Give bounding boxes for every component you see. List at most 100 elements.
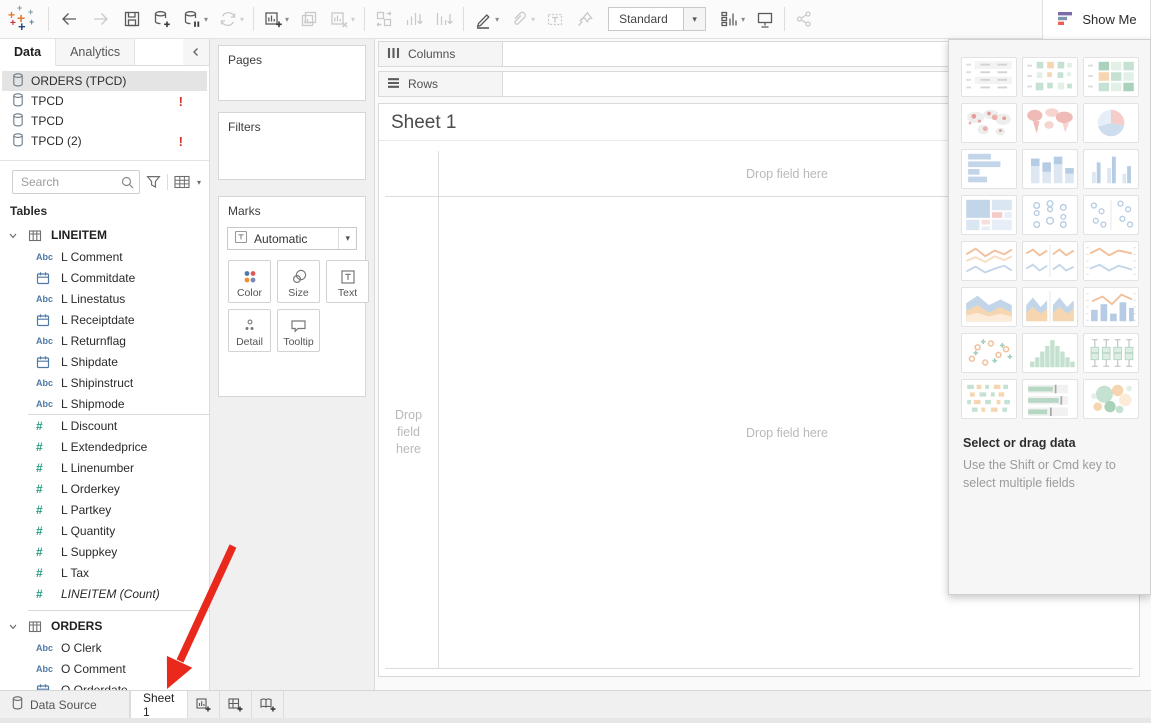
presentation-mode-button[interactable] (750, 4, 780, 34)
showme-text-table-thumbnail[interactable] (961, 57, 1017, 97)
duplicate-button[interactable] (294, 4, 324, 34)
showme-heat-map-thumbnail[interactable] (1022, 57, 1078, 97)
showme-circle-views-thumbnail[interactable] (1022, 195, 1078, 235)
showme-treemap-thumbnail[interactable] (961, 195, 1017, 235)
table-header-lineitem[interactable]: LINEITEM (0, 224, 209, 246)
showme-packed-bubbles-thumbnail[interactable] (1083, 379, 1139, 419)
pin-button[interactable] (570, 4, 600, 34)
showme-lines-discrete-thumbnail[interactable] (1022, 241, 1078, 281)
sort-ascending-button[interactable] (399, 4, 429, 34)
filter-icon[interactable] (146, 175, 161, 189)
new-datasource-button[interactable] (147, 4, 177, 34)
share-button[interactable] (789, 4, 819, 34)
tab-sheet-1[interactable]: Sheet 1 (130, 691, 188, 718)
database-icon (12, 696, 23, 713)
showme-highlight-table-thumbnail[interactable] (1083, 57, 1139, 97)
view-options-caret-icon[interactable]: ▾ (197, 178, 201, 187)
showme-gantt-thumbnail[interactable] (961, 379, 1017, 419)
view-options-icon[interactable] (174, 175, 191, 189)
search-input[interactable] (12, 170, 140, 194)
showme-pie-chart-thumbnail[interactable] (1083, 103, 1139, 143)
pages-shelf[interactable]: Pages (218, 45, 366, 101)
table-header-orders[interactable]: ORDERS (0, 615, 209, 637)
field-item[interactable]: AbcL Comment (0, 246, 209, 267)
showme-horizontal-bars-thumbnail[interactable] (961, 149, 1017, 189)
clear-sheet-button[interactable]: ▾ (324, 4, 360, 34)
field-name: LINEITEM (Count) (61, 587, 160, 601)
chevron-down-icon[interactable] (8, 622, 22, 631)
drop-rows-area[interactable]: Drop field here (379, 197, 438, 668)
datasource-item[interactable]: TPCD! (2, 91, 207, 111)
showme-histogram-thumbnail[interactable] (1022, 333, 1078, 373)
highlight-button[interactable]: ▾ (468, 4, 504, 34)
datasource-item[interactable]: TPCD (2, 111, 207, 131)
fit-mode-select[interactable]: Standard▾ (608, 7, 706, 31)
swap-rows-columns-button[interactable] (369, 4, 399, 34)
field-item[interactable]: AbcL Returnflag (0, 330, 209, 351)
field-item[interactable]: AbcO Comment (0, 658, 209, 679)
field-item[interactable]: #L Orderkey (0, 478, 209, 499)
showme-area-discrete-thumbnail[interactable] (1022, 287, 1078, 327)
datasource-item[interactable]: ORDERS (TPCD) (2, 71, 207, 91)
new-dashboard-button[interactable] (220, 691, 252, 718)
annotation-button[interactable] (540, 4, 570, 34)
collapse-pane-button[interactable] (183, 39, 209, 65)
field-item[interactable]: AbcL Shipinstruct (0, 372, 209, 393)
field-item[interactable]: #L Extendedprice (0, 436, 209, 457)
tableau-logo[interactable]: + + + + + + + (0, 0, 44, 38)
field-item[interactable]: AbcL Linestatus (0, 288, 209, 309)
showme-bullet-thumbnail[interactable] (1022, 379, 1078, 419)
showme-lines-continuous-thumbnail[interactable] (961, 241, 1017, 281)
showme-scatter-thumbnail[interactable] (961, 333, 1017, 373)
showme-box-whisker-thumbnail[interactable] (1083, 333, 1139, 373)
undo-button[interactable] (53, 4, 85, 34)
datasource-item[interactable]: TPCD (2)! (2, 131, 207, 151)
toolbar-separator (784, 7, 785, 31)
field-item[interactable]: #L Quantity (0, 520, 209, 541)
refresh-button[interactable]: ▾ (213, 4, 249, 34)
new-worksheet-button[interactable]: ▾ (258, 4, 294, 34)
field-item[interactable]: #L Partkey (0, 499, 209, 520)
showme-stacked-bars-thumbnail[interactable] (1022, 149, 1078, 189)
attach-button[interactable]: ▾ (504, 4, 540, 34)
field-item[interactable]: AbcO Clerk (0, 637, 209, 658)
string-field-icon: Abc (36, 399, 53, 409)
tab-data[interactable]: Data (0, 39, 56, 66)
showme-symbol-map-thumbnail[interactable] (961, 103, 1017, 143)
field-item[interactable]: L Receiptdate (0, 309, 209, 330)
marks-tooltip-button[interactable]: Tooltip (277, 309, 320, 352)
show-me-button[interactable]: Show Me (1042, 0, 1151, 39)
showme-dual-lines-thumbnail[interactable] (1083, 241, 1139, 281)
mark-type-dropdown[interactable]: Automatic ▾ (227, 227, 357, 250)
field-item[interactable]: L Commitdate (0, 267, 209, 288)
field-item[interactable]: O Orderdate (0, 679, 209, 690)
marks-detail-button[interactable]: Detail (228, 309, 271, 352)
field-item[interactable]: #L Discount (0, 415, 209, 436)
field-item[interactable]: #L Linenumber (0, 457, 209, 478)
showme-dual-combination-thumbnail[interactable] (1083, 287, 1139, 327)
showme-filled-map-thumbnail[interactable] (1022, 103, 1078, 143)
chevron-down-icon[interactable] (8, 231, 22, 240)
redo-button[interactable] (85, 4, 117, 34)
tab-data-source[interactable]: Data Source (0, 691, 130, 718)
filters-shelf[interactable]: Filters (218, 112, 366, 180)
showme-area-continuous-thumbnail[interactable] (961, 287, 1017, 327)
field-item[interactable]: #L Suppkey (0, 541, 209, 562)
new-story-button[interactable] (252, 691, 284, 718)
field-item[interactable]: #LINEITEM (Count) (0, 583, 209, 604)
new-worksheet-tab-button[interactable] (188, 691, 220, 718)
sort-descending-button[interactable] (429, 4, 459, 34)
show-mark-labels-button[interactable]: ▾ (714, 4, 750, 34)
marks-color-button[interactable]: Color (228, 260, 271, 303)
field-item[interactable]: AbcL Shipmode (0, 393, 209, 414)
showme-side-by-side-circles-thumbnail[interactable] (1083, 195, 1139, 235)
number-field-icon: # (36, 440, 53, 454)
tab-analytics[interactable]: Analytics (56, 39, 135, 65)
field-item[interactable]: #L Tax (0, 562, 209, 583)
save-button[interactable] (117, 4, 147, 34)
field-item[interactable]: L Shipdate (0, 351, 209, 372)
marks-size-button[interactable]: Size (277, 260, 320, 303)
marks-text-button[interactable]: Text (326, 260, 369, 303)
showme-side-by-side-bars-thumbnail[interactable] (1083, 149, 1139, 189)
pause-auto-updates-button[interactable]: ▾ (177, 4, 213, 34)
